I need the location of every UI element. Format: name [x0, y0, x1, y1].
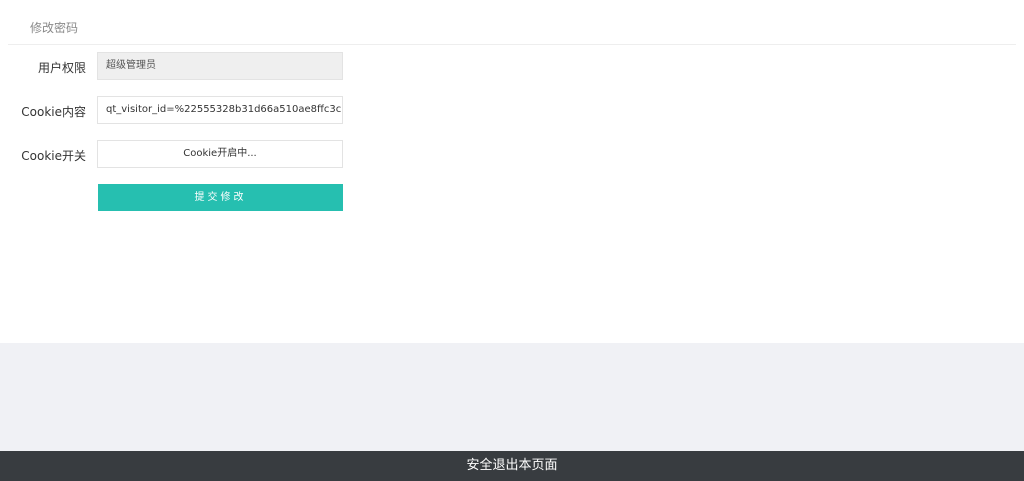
permission-value: 超级管理员 [106, 60, 156, 71]
panel-divider [8, 44, 1016, 45]
permission-label: 用户权限 [37, 61, 86, 75]
cookie-content-input[interactable]: qt_visitor_id=%22555328b31d66a510ae8ffc3… [97, 96, 343, 124]
cookie-switch-value: Cookie开启中... [183, 148, 257, 159]
change-password-panel: 修改密码 用户权限 超级管理员 Cookie内容 qt_visitor_id=%… [0, 0, 1024, 343]
cookie-content-value: qt_visitor_id=%22555328b31d66a510ae8ffc3… [106, 104, 342, 115]
panel-title: 修改密码 [30, 21, 79, 35]
cookie-content-label: Cookie内容 [21, 105, 86, 119]
permission-field: 超级管理员 [97, 52, 343, 80]
submit-button[interactable]: 提交修改 [98, 184, 343, 211]
logout-button[interactable]: 安全退出本页面 [0, 451, 1024, 481]
cookie-switch-button[interactable]: Cookie开启中... [97, 140, 343, 168]
cookie-switch-label: Cookie开关 [21, 149, 86, 163]
